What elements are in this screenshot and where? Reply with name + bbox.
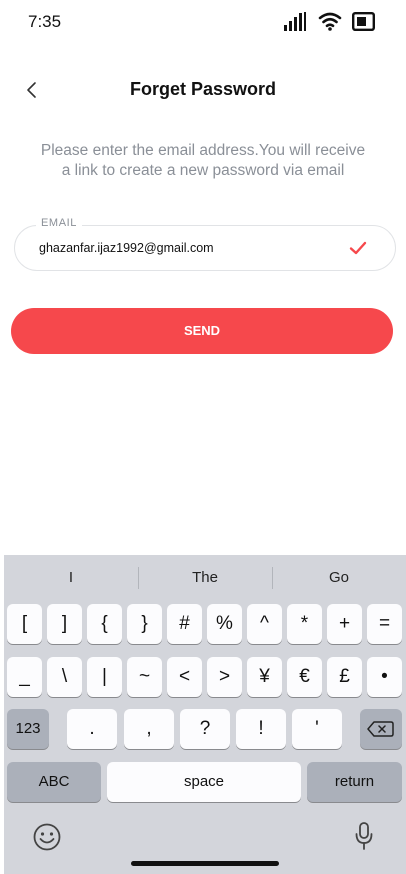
key[interactable]: { — [87, 604, 122, 644]
key[interactable]: > — [207, 657, 242, 697]
key[interactable]: ] — [47, 604, 82, 644]
key[interactable]: € — [287, 657, 322, 697]
key[interactable]: • — [367, 657, 402, 697]
key[interactable]: # — [167, 604, 202, 644]
key[interactable]: ^ — [247, 604, 282, 644]
key[interactable]: \ — [47, 657, 82, 697]
microphone-icon[interactable] — [354, 821, 374, 851]
battery-icon — [352, 12, 375, 31]
send-button[interactable]: SEND — [11, 308, 393, 354]
abc-mode-key[interactable]: ABC — [7, 762, 101, 802]
space-key[interactable]: space — [107, 762, 301, 802]
key[interactable]: ~ — [127, 657, 162, 697]
key[interactable]: , — [124, 709, 174, 749]
checkmark-icon — [349, 241, 367, 255]
emoji-icon[interactable] — [32, 822, 62, 852]
delete-key[interactable] — [360, 709, 402, 749]
numbers-mode-key[interactable]: 123 — [7, 709, 49, 749]
key[interactable]: * — [287, 604, 322, 644]
suggestion-1[interactable]: I — [4, 569, 138, 586]
page-title: Forget Password — [129, 79, 277, 99]
wifi-icon — [318, 12, 342, 31]
instructions-line-1: Please enter the email address.You will … — [40, 142, 366, 159]
instructions-text: Please enter the email address.You will … — [20, 141, 386, 181]
backspace-icon — [367, 721, 394, 737]
email-field-label: EMAIL — [36, 217, 83, 229]
key[interactable]: } — [127, 604, 162, 644]
cellular-signal-icon — [284, 12, 306, 31]
status-bar: 7:35 — [0, 0, 406, 44]
key[interactable]: £ — [327, 657, 362, 697]
key[interactable]: % — [207, 604, 242, 644]
keyboard: I The Go [ ] { } # % ^ * + = _ \ | ~ < >… — [4, 555, 406, 874]
navigation-bar: Forget Password — [0, 70, 406, 110]
return-key[interactable]: return — [307, 762, 402, 802]
suggestion-3[interactable]: Go — [272, 569, 406, 586]
key[interactable]: . — [67, 709, 117, 749]
key[interactable]: _ — [7, 657, 42, 697]
email-field[interactable] — [14, 225, 396, 271]
key[interactable]: [ — [7, 604, 42, 644]
key[interactable]: ! — [236, 709, 286, 749]
key[interactable]: | — [87, 657, 122, 697]
status-time: 7:35 — [28, 12, 62, 31]
key[interactable]: < — [167, 657, 202, 697]
email-input[interactable] — [39, 241, 339, 255]
key[interactable]: = — [367, 604, 402, 644]
key[interactable]: ' — [292, 709, 342, 749]
instructions-line-2: a link to create a new password via emai… — [61, 162, 345, 179]
key[interactable]: ? — [180, 709, 230, 749]
suggestion-2[interactable]: The — [138, 569, 272, 586]
key[interactable]: + — [327, 604, 362, 644]
home-indicator — [131, 861, 279, 866]
key[interactable]: ¥ — [247, 657, 282, 697]
